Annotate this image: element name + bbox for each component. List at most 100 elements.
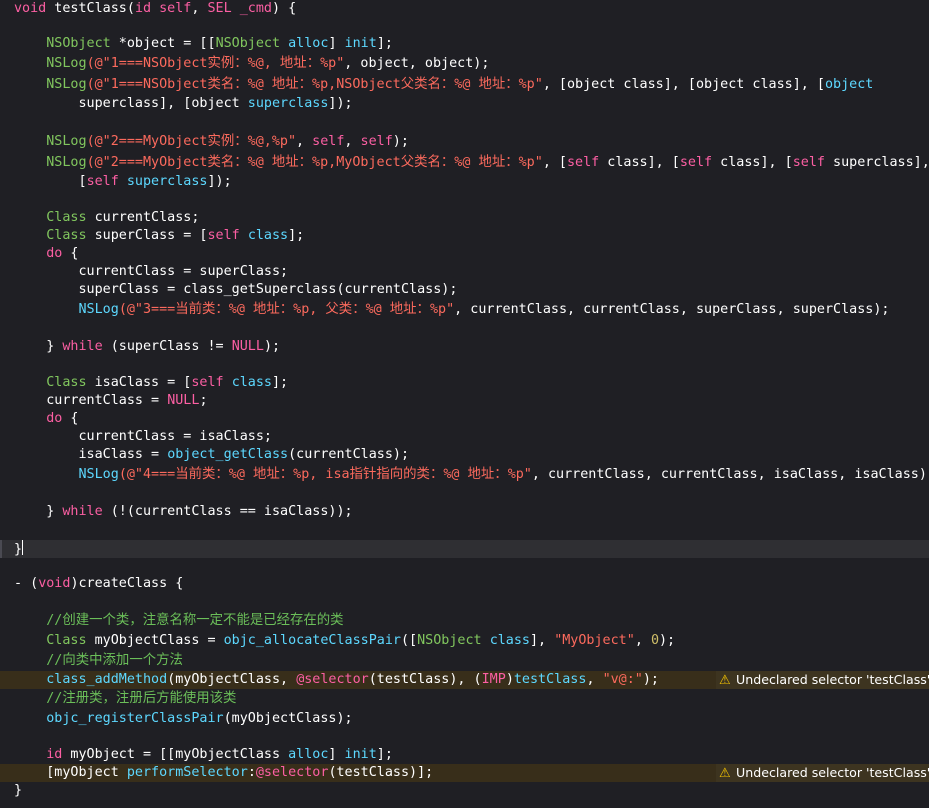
code-line[interactable]: superclass], [object superclass]); [0, 95, 929, 113]
code-editor[interactable]: void testClass(id self, SEL _cmd) { NSOb… [0, 0, 929, 808]
code-line[interactable]: currentClass = NULL; [0, 392, 929, 410]
code-token: (testClass), ( [368, 672, 482, 687]
api-token: class_addMethod [46, 672, 168, 687]
api-token: objc_registerClassPair [46, 711, 224, 726]
code-line[interactable]: } [0, 782, 929, 800]
code-token: ); [642, 672, 659, 687]
code-text: [self superclass]); [14, 173, 231, 191]
code-text: Class isaClass = [self class]; [14, 374, 288, 392]
code-line[interactable]: //向类中添加一个方法 [0, 652, 929, 670]
api-token: performSelector [126, 765, 248, 780]
code-text: } while (superClass != NULL); [14, 338, 280, 356]
code-token: , [586, 672, 603, 687]
code-token: (!(currentClass == isaClass)); [102, 504, 353, 519]
code-token: currentClass; [86, 210, 200, 225]
string-literal: "MyObject" [554, 633, 635, 648]
code-line[interactable]: [self superclass]); [0, 173, 929, 191]
code-line[interactable]: //创建一个类，注意名称一定不能是已经存在的类 [0, 612, 929, 630]
code-token: ]; [376, 36, 393, 51]
string-literal: (@"1===NSObject实例：%@, 地址：%p" [86, 56, 345, 71]
code-line[interactable]: //注册类，注册后方能使用该类 [0, 690, 929, 708]
api-token: NSLog [78, 302, 119, 317]
code-token: } [14, 783, 23, 798]
code-token: isaClass = [14, 447, 168, 462]
code-line[interactable]: NSLog(@"4===当前类：%@ 地址：%p, isa指针指向的类：%@ 地… [0, 466, 929, 484]
code-text: currentClass = NULL; [14, 392, 207, 410]
code-line[interactable]: currentClass = superClass; [0, 263, 929, 281]
code-token: [myObject [14, 765, 127, 780]
api-token: alloc [288, 36, 329, 51]
code-line-with-warning[interactable]: [myObject performSelector:@selector(test… [0, 764, 929, 782]
code-line[interactable]: Class currentClass; [0, 209, 929, 227]
code-line-with-warning[interactable]: class_addMethod(myObjectClass, @selector… [0, 671, 929, 689]
warning-badge[interactable]: ⚠ Undeclared selector 'testClass' [716, 671, 929, 689]
code-token: *object = [[ [110, 36, 216, 51]
code-line[interactable]: } while (superClass != NULL); [0, 338, 929, 356]
code-line[interactable]: NSLog(@"1===NSObject类名：%@ 地址：%p,NSObject… [0, 76, 929, 94]
code-line[interactable]: Class myObjectClass = objc_allocateClass… [0, 632, 929, 650]
code-text: //向类中添加一个方法 [14, 652, 183, 670]
keyword-token: void [38, 576, 71, 591]
warning-message: Undeclared selector 'testClass' [736, 672, 929, 687]
code-token: superclass], [825, 155, 929, 170]
code-text: NSLog(@"1===NSObject类名：%@ 地址：%p,NSObject… [14, 76, 873, 94]
string-literal: "v@:" [602, 672, 643, 687]
number-literal: 0 [650, 633, 659, 648]
code-token: superClass = class_getSuperclass(current… [14, 282, 458, 297]
code-line[interactable]: } while (!(currentClass == isaClass)); [0, 503, 929, 521]
code-token: [ [14, 174, 87, 189]
code-line[interactable]: superClass = class_getSuperclass(current… [0, 281, 929, 299]
api-token: init [344, 747, 377, 762]
api-token: NSLog [78, 467, 119, 482]
code-token: testClass( [46, 1, 135, 16]
keyword-token: self [207, 228, 240, 243]
code-line[interactable]: NSLog(@"2===MyObject类名：%@ 地址：%p,MyObject… [0, 154, 929, 172]
warning-badge[interactable]: ⚠ Undeclared selector 'testClass' [716, 764, 929, 782]
code-line[interactable]: do { [0, 410, 929, 428]
keyword-token: do [46, 411, 63, 426]
type-token: NSObject [417, 633, 482, 648]
code-line[interactable]: Class isaClass = [self class]; [0, 374, 929, 392]
code-line[interactable]: do { [0, 245, 929, 263]
code-token: , [191, 1, 208, 16]
code-text: currentClass = isaClass; [14, 428, 272, 446]
code-line[interactable]: NSLog(@"1===NSObject实例：%@, 地址：%p", objec… [0, 55, 929, 73]
code-line[interactable]: void testClass(id self, SEL _cmd) { [0, 0, 929, 18]
code-token: (currentClass); [288, 447, 410, 462]
code-line[interactable]: id myObject = [[myObjectClass alloc] ini… [0, 746, 929, 764]
keyword-token: self [567, 155, 600, 170]
code-line[interactable]: NSLog(@"3===当前类：%@ 地址：%p, 父类：%@ 地址：%p", … [0, 301, 929, 319]
api-token: superclass [247, 96, 329, 111]
type-token: Class [46, 210, 87, 225]
code-text: NSLog(@"3===当前类：%@ 地址：%p, 父类：%@ 地址：%p", … [14, 301, 890, 319]
code-token: currentClass = isaClass; [14, 429, 272, 444]
code-line[interactable]: NSObject *object = [[NSObject alloc] ini… [0, 35, 929, 53]
code-line[interactable]: } [0, 540, 929, 558]
code-line[interactable]: isaClass = object_getClass(currentClass)… [0, 446, 929, 464]
code-line[interactable]: NSLog(@"2===MyObject实例：%@,%p", self, sel… [0, 133, 929, 151]
code-text: [myObject performSelector:@selector(test… [14, 764, 433, 782]
code-line[interactable]: currentClass = isaClass; [0, 428, 929, 446]
keyword-token: self [792, 155, 825, 170]
keyword-token: NULL [231, 339, 264, 354]
code-line[interactable]: objc_registerClassPair(myObjectClass); [0, 710, 929, 728]
code-line[interactable]: - (void)createClass { [0, 575, 929, 593]
code-line[interactable]: Class superClass = [self class]; [0, 227, 929, 245]
code-token: ) { [272, 1, 297, 16]
code-text: isaClass = object_getClass(currentClass)… [14, 446, 409, 464]
code-token: , currentClass, currentClass, superClass… [454, 302, 890, 317]
string-literal: (@"1===NSObject类名：%@ 地址：%p,NSObject父类名：%… [86, 77, 543, 92]
warning-triangle-icon: ⚠ [719, 673, 731, 688]
keyword-token: _cmd [239, 1, 272, 16]
code-token: - ( [14, 576, 39, 591]
type-token: NSLog [46, 77, 87, 92]
